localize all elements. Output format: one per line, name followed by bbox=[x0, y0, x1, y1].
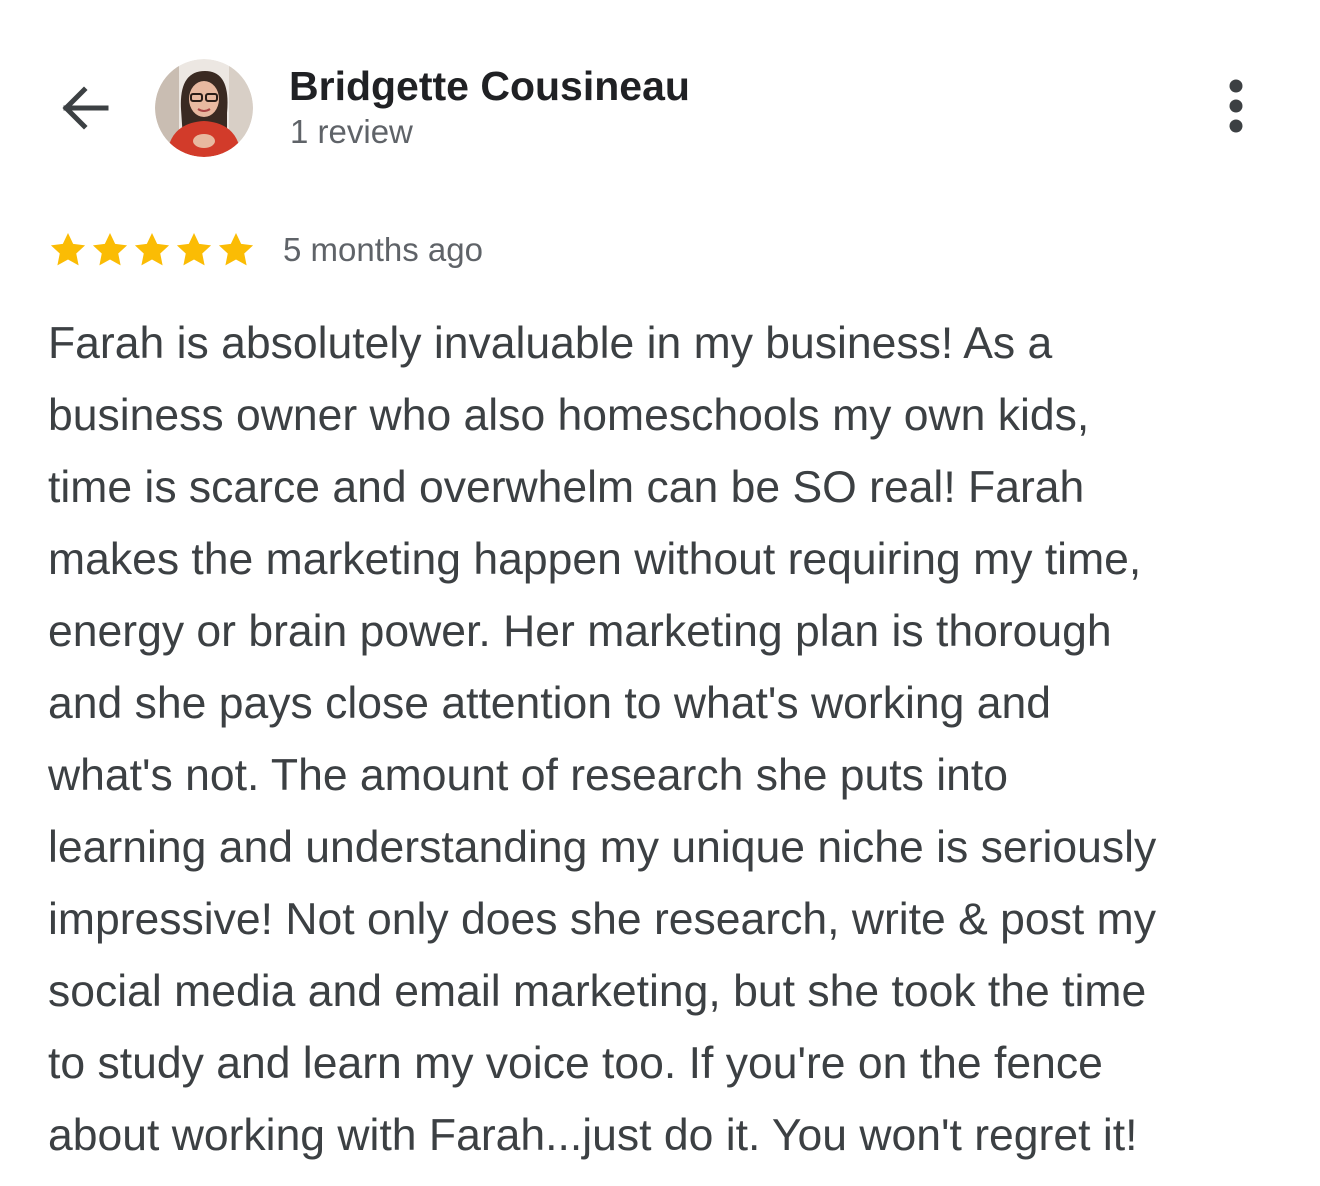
review-text-line: about working with Farah...just do it. Y… bbox=[48, 1111, 1138, 1160]
arrow-left-icon bbox=[62, 86, 109, 130]
back-button[interactable] bbox=[48, 72, 120, 144]
review-text-line: social media and email marketing, but sh… bbox=[48, 967, 1147, 1016]
star-icon bbox=[92, 233, 128, 266]
reviewer-name[interactable]: Bridgette Cousineau bbox=[289, 62, 690, 110]
review-text-line: makes the marketing happen without requi… bbox=[48, 535, 1142, 584]
star-icon bbox=[176, 233, 212, 266]
review-text-line: business owner who also homeschools my o… bbox=[48, 391, 1090, 440]
review-text-line: what's not. The amount of research she p… bbox=[48, 751, 1009, 800]
review-text-line: and she pays close attention to what's w… bbox=[48, 679, 1051, 728]
review-text-line: impressive! Not only does she research, … bbox=[48, 895, 1156, 944]
star-icon bbox=[134, 233, 170, 266]
more-options-button[interactable] bbox=[1206, 72, 1266, 144]
star-rating bbox=[47, 230, 257, 270]
review-date: 5 months ago bbox=[283, 231, 483, 268]
star-icon bbox=[218, 233, 254, 266]
review-text-line: to study and learn my voice too. If you'… bbox=[48, 1039, 1103, 1088]
review-text: Farah is absolutely invaluable in my bus… bbox=[48, 308, 1298, 1172]
review-text-line: learning and understanding my unique nic… bbox=[48, 823, 1157, 872]
user-avatar bbox=[155, 59, 253, 157]
avatar[interactable] bbox=[155, 59, 253, 157]
review-text-line: Farah is absolutely invaluable in my bus… bbox=[48, 319, 1053, 368]
review-text-line: energy or brain power. Her marketing pla… bbox=[48, 607, 1112, 656]
more-vertical-icon bbox=[1229, 79, 1243, 133]
review-count: 1 review bbox=[290, 113, 413, 150]
review-text-line: time is scarce and overwhelm can be SO r… bbox=[48, 463, 1085, 512]
star-icon bbox=[50, 233, 86, 266]
rating-row: 5 months ago bbox=[47, 226, 483, 274]
